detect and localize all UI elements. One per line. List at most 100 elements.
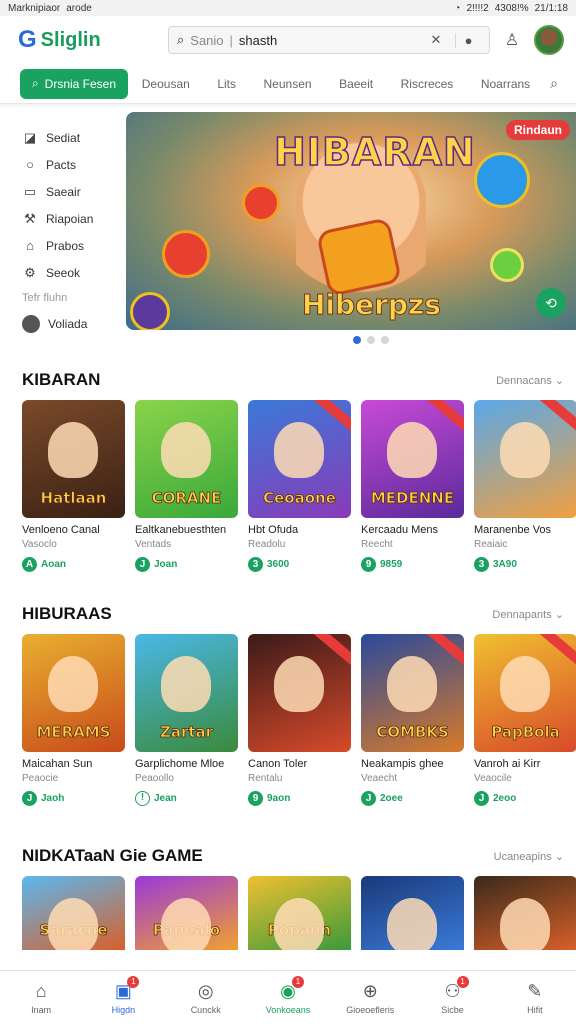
game-price[interactable]: A Aoan (22, 557, 125, 572)
nav-link[interactable]: Deousan (142, 77, 190, 91)
bottom-nav-item[interactable]: ◎ Cunckk (174, 980, 238, 1015)
section-more-link[interactable]: Dennapants ⌄ (492, 608, 564, 621)
bottom-nav-item[interactable]: ⚇ Sicbe 1 (421, 976, 485, 1015)
status-signal: 2!!!!2 (466, 2, 489, 14)
thumbnail-character (387, 898, 437, 950)
nav-link[interactable]: Lits (217, 77, 236, 91)
sidebar-item[interactable]: ⌂ Prabos (22, 232, 126, 259)
avatar-icon (22, 314, 40, 333)
gear-icon: ⚙ (24, 264, 36, 280)
game-thumbnail[interactable]: Hatlaan (22, 400, 125, 518)
status-bar: Marknipiaor arode ◔ 2!!!!2 4308!% 21/1:1… (0, 0, 576, 16)
notification-badge: 1 (456, 976, 469, 988)
game-card[interactable]: Maranenbe Vos Reaiaic 3 3A90 (474, 400, 576, 572)
search-icon[interactable]: ⌕ (544, 75, 564, 92)
coin-decoration (162, 230, 210, 278)
game-thumbnail[interactable]: Zartar (135, 634, 238, 752)
game-price[interactable]: 3 3600 (248, 557, 351, 572)
game-card[interactable]: Popaon (248, 876, 351, 950)
game-card[interactable] (474, 876, 576, 950)
bottom-nav: ⌂ Inam ▣ Higdn 1 ◎ Cunckk ◉ Vonkoeans 1 ⊕ Gioeoefle… (0, 970, 576, 1024)
section-title: KIBARAN (22, 370, 101, 389)
carousel-dot[interactable] (381, 336, 389, 344)
game-thumbnail[interactable] (474, 400, 576, 518)
bottom-nav-item[interactable]: ✎ Hifit (503, 980, 567, 1015)
sidebar-item[interactable]: ○ Pacts (22, 151, 126, 178)
nav-link[interactable]: Baeeit (339, 77, 373, 91)
game-thumbnail[interactable]: Papealo (135, 876, 238, 950)
sidebar-item[interactable]: ◪ Sediat (22, 124, 126, 151)
circle-icon: ○ (26, 157, 34, 172)
game-thumbnail[interactable]: COMBKS (361, 634, 464, 752)
app-logo[interactable]: G Sliglin (18, 26, 158, 54)
compass-icon: ◎ (197, 981, 214, 1001)
game-thumbnail[interactable]: Ceoaone (248, 400, 351, 518)
section-title: HIBURAAS (22, 604, 112, 623)
nav-row: ⌕ Drsnia Fesen Deousan Lits Neunsen Baee… (0, 64, 576, 104)
game-thumbnail[interactable]: PapBola (474, 634, 576, 752)
game-card[interactable]: COMBKS Neakampis ghee Veaecht J 2oee (361, 634, 464, 806)
link-icon[interactable]: ⟲ (536, 288, 566, 318)
game-price[interactable]: 9 9aon (248, 791, 351, 806)
game-price[interactable]: J Joan (135, 557, 238, 572)
game-card[interactable]: Ceoaone Hbt Ofuda Readolu 3 3600 (248, 400, 351, 572)
pencil-icon: ✎ (527, 981, 543, 1001)
game-price[interactable]: 3 3A90 (474, 557, 576, 572)
section-more-link[interactable]: Ucaneapins ⌄ (494, 850, 564, 863)
search-input[interactable]: shasth (239, 33, 277, 48)
game-thumbnail[interactable] (361, 876, 464, 950)
game-card[interactable]: MERAMS Maicahan Sun Peaocie J Jaoh (22, 634, 125, 806)
thumbnail-title: Hatlaan (40, 488, 107, 507)
game-thumbnail[interactable]: MERAMS (22, 634, 125, 752)
game-price[interactable]: 9 9859 (361, 557, 464, 572)
carousel-dot[interactable] (367, 336, 375, 344)
game-name: Ealtkanebuesthten (135, 524, 227, 536)
game-price[interactable]: ! Jean (135, 791, 238, 806)
game-price[interactable]: J 2eoo (474, 791, 576, 806)
user-icon[interactable]: ♙ (500, 30, 524, 50)
game-card[interactable]: Saracne (22, 876, 125, 950)
bottom-nav-item[interactable]: ▣ Higdn 1 (91, 976, 155, 1015)
game-subtitle: Veaocile (474, 773, 512, 784)
nav-link[interactable]: Riscreces (401, 77, 454, 91)
game-thumbnail[interactable] (474, 876, 576, 950)
nav-link[interactable]: Noarrans (481, 77, 530, 91)
sidebar-item[interactable]: Voliada (22, 310, 126, 337)
game-card[interactable]: Hatlaan Venloeno Canal Vasoclo A Aoan (22, 400, 125, 572)
info-icon[interactable]: ● (455, 32, 481, 48)
game-card[interactable]: CORANE Ealtkanebuesthten Ventads J Joan (135, 400, 238, 572)
game-subtitle: Reaiaic (474, 539, 508, 550)
sidebar-item[interactable]: ⚙ Seeok (22, 259, 126, 286)
bottom-nav-item[interactable]: ⊕ Gioeoefleris (338, 980, 402, 1015)
game-thumbnail[interactable]: Popaon (248, 876, 351, 950)
search-bar[interactable]: ⌕ Sanio | shasth ✕ ● (168, 26, 490, 54)
section-more-link[interactable]: Dennacans ⌄ (496, 374, 564, 387)
game-price[interactable]: J 2oee (361, 791, 464, 806)
sidebar-item[interactable]: ⚒ Riapoian (22, 205, 126, 232)
bottom-nav-item[interactable]: ◉ Vonkoeans 1 (256, 976, 320, 1015)
game-thumbnail[interactable] (248, 634, 351, 752)
game-card[interactable]: Zartar Garplichome Mloe Peaoollo! Jean (135, 634, 238, 806)
bottom-nav-item[interactable]: ⌂ Inam (9, 980, 73, 1015)
game-card[interactable] (361, 876, 464, 950)
sidebar-item[interactable]: ▭ Saeair (22, 178, 126, 205)
game-card[interactable]: Canon Toler Rentalu 9 9aon (248, 634, 351, 806)
game-thumbnail[interactable]: Saracne (22, 876, 125, 950)
game-card[interactable]: PapBola Vanroh ai Kirr Veaocile J 2eoo (474, 634, 576, 806)
game-thumbnail[interactable]: MEDENNE (361, 400, 464, 518)
carousel-dot[interactable] (353, 336, 361, 344)
nav-link[interactable]: Neunsen (264, 77, 312, 91)
game-card[interactable]: MEDENNE Kercaadu Mens Reecht 9 9859 (361, 400, 464, 572)
clear-search-icon[interactable]: ✕ (423, 32, 449, 48)
price-value: Aoan (41, 559, 66, 570)
primary-action-button[interactable]: ⌕ Drsnia Fesen (20, 68, 128, 99)
avatar[interactable] (534, 25, 564, 55)
price-value: 3600 (267, 559, 290, 570)
thumbnail-character (48, 422, 98, 478)
game-card[interactable]: Papealo (135, 876, 238, 950)
hero-banner[interactable]: HIBARAN Hiberpzs Rindaun ⟲ (126, 112, 576, 330)
banner-badge[interactable]: Rindaun (506, 120, 570, 140)
game-price[interactable]: J Jaoh (22, 791, 125, 806)
bottom-nav-label: Gioeoefleris (346, 1005, 395, 1015)
game-thumbnail[interactable]: CORANE (135, 400, 238, 518)
